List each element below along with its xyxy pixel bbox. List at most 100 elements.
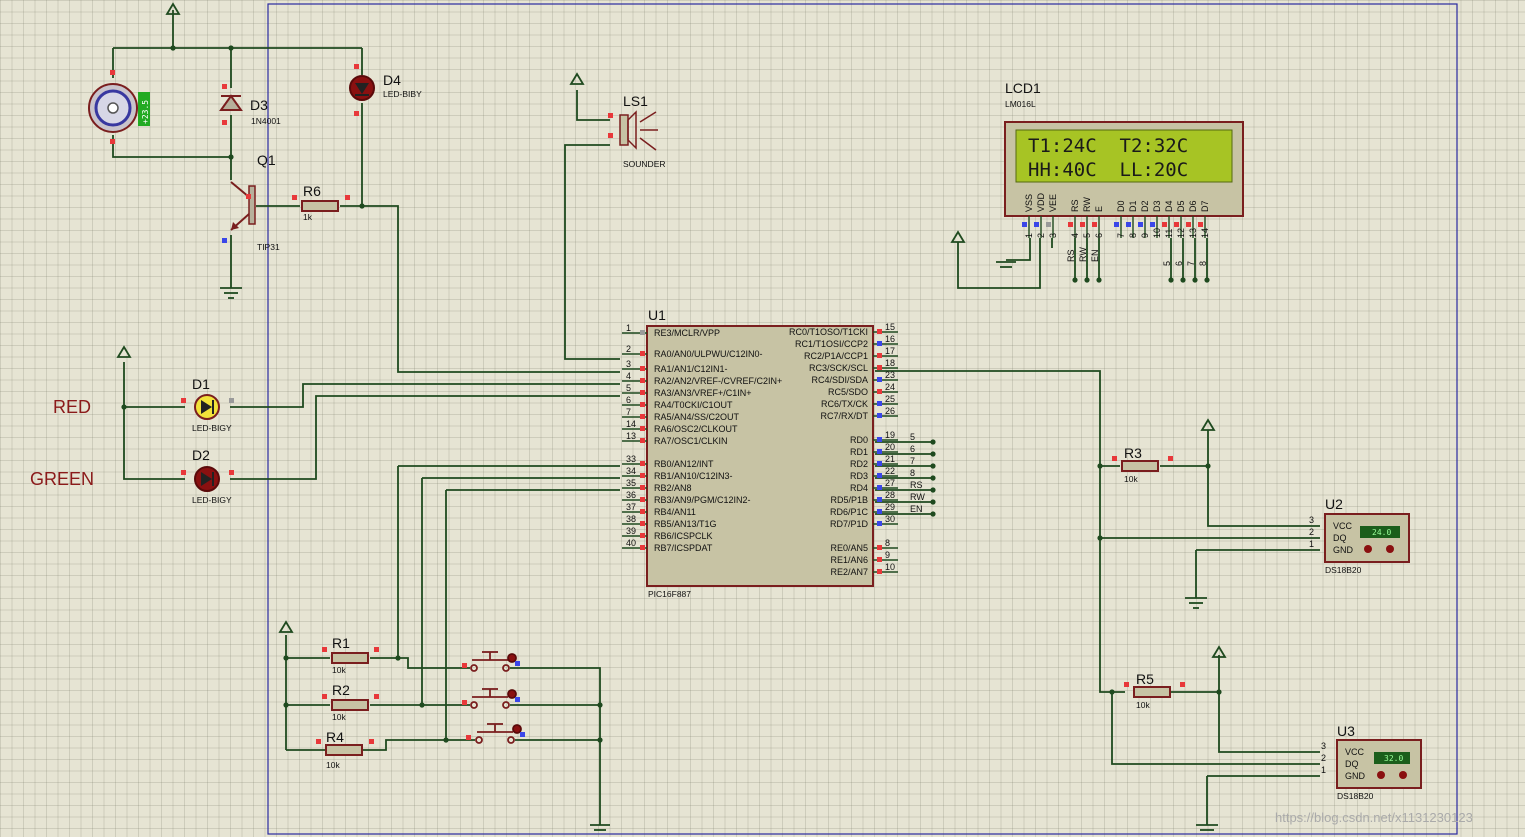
r5-value: 10k bbox=[1136, 700, 1150, 710]
mcu-right-pin-num-16: 16 bbox=[885, 334, 895, 344]
mcu-right-pin-label-5: RC5/SDO bbox=[828, 387, 868, 397]
mcu-right-pin-label-9: RD1 bbox=[850, 447, 868, 457]
lcd-pin-num-11: 11 bbox=[1164, 229, 1174, 238]
lcd-model: LM016L bbox=[1005, 99, 1036, 109]
r6-ref: R6 bbox=[303, 183, 321, 199]
mcu-left-pin-num-39: 39 bbox=[626, 526, 636, 536]
r2-ref: R2 bbox=[332, 682, 350, 698]
lcd-net-2: EN bbox=[1090, 249, 1100, 262]
resistor-r6[interactable]: R6 1k bbox=[292, 183, 350, 222]
mcu-right-pin-num-24: 24 bbox=[885, 382, 895, 392]
mcu-left-pin-label-10: RB1/AN10/C12IN3- bbox=[654, 471, 733, 481]
mcu-right-pin-num-25: 25 bbox=[885, 394, 895, 404]
u2-ref: U2 bbox=[1325, 496, 1343, 512]
lcd-pin-d5: D5 bbox=[1176, 200, 1186, 212]
u3-value: DS18B20 bbox=[1337, 791, 1374, 801]
d2-ref: D2 bbox=[192, 447, 210, 463]
label-green: GREEN bbox=[30, 469, 94, 489]
d4-value: LED-BIBY bbox=[383, 89, 422, 99]
lcd-pin-d7: D7 bbox=[1200, 200, 1210, 212]
lcd-net-1: RW bbox=[1078, 247, 1088, 262]
rd-net-2: 7 bbox=[910, 456, 915, 466]
mcu-left-pin-num-1: 1 bbox=[626, 323, 631, 333]
motor-readout: +23.5 bbox=[141, 100, 150, 124]
u2-value: DS18B20 bbox=[1325, 565, 1362, 575]
mcu-right-pin-num-9: 9 bbox=[885, 550, 890, 560]
lcd-pin-num-3: 3 bbox=[1048, 233, 1058, 238]
lcd-pin-num-2: 2 bbox=[1036, 233, 1046, 238]
rd-net-6: EN bbox=[910, 504, 923, 514]
r5-ref: R5 bbox=[1136, 671, 1154, 687]
mcu-right-pin-num-27: 27 bbox=[885, 478, 895, 488]
lcd-pin-num-13: 13 bbox=[1188, 228, 1198, 238]
lcd-line-1: T1:24C T2:32C bbox=[1028, 135, 1188, 157]
lcd-net-0: RS bbox=[1066, 249, 1076, 262]
mcu-right-pin-label-4: RC4/SDI/SDA bbox=[811, 375, 868, 385]
resistor-r2[interactable]: R2 10k bbox=[322, 682, 379, 722]
lcd-pin-d0: D0 bbox=[1116, 200, 1126, 212]
mcu-right-pin-num-22: 22 bbox=[885, 466, 895, 476]
mcu-right-pin-label-6: RC6/TX/CK bbox=[821, 399, 868, 409]
mcu-right-pin-label-18: RE2/AN7 bbox=[830, 567, 868, 577]
lcd-pin-num-7: 7 bbox=[1116, 233, 1126, 238]
mcu-left-pin-label-3: RA2/AN2/VREF-/CVREF/C2IN+ bbox=[654, 376, 782, 386]
watermark: https://blog.csdn.net/x1131230123 bbox=[1275, 810, 1473, 825]
mcu-right-pin-label-7: RC7/RX/DT bbox=[820, 411, 868, 421]
mcu-ref: U1 bbox=[648, 307, 666, 323]
led-d2[interactable]: D2 LED-BIGY bbox=[181, 447, 234, 505]
mcu-right-pin-num-19: 19 bbox=[885, 430, 895, 440]
lcd-module[interactable]: T1:24C T2:32C HH:40C LL:20C LCD1 LM016L … bbox=[1004, 80, 1244, 238]
resistor-r1[interactable]: R1 10k bbox=[322, 635, 379, 675]
lcd-net-6: 8 bbox=[1198, 261, 1208, 266]
resistor-r5[interactable]: R5 10k bbox=[1124, 671, 1185, 710]
sensor-u2[interactable]: 24.0 VCC DQ GND 3 2 1 U2 DS18B20 bbox=[1309, 496, 1410, 575]
sounder-ls1[interactable]: LS1 SOUNDER bbox=[608, 93, 666, 169]
ls1-value: SOUNDER bbox=[623, 159, 666, 169]
mcu-left-pin-num-35: 35 bbox=[626, 478, 636, 488]
mcu-left-pin-label-13: RB4/AN11 bbox=[654, 507, 696, 517]
microcontroller-u1[interactable]: U1 PIC16F887 1 RE3/MCLR/VPP 2 RA0/AN0/ULPWU… bbox=[622, 307, 898, 599]
mcu-left-pin-label-12: RB3/AN9/PGM/C12IN2- bbox=[654, 495, 751, 505]
d4-ref: D4 bbox=[383, 72, 401, 88]
led-d4[interactable]: D4 LED-BIBY bbox=[349, 64, 422, 116]
dc-motor[interactable]: +23.5 bbox=[88, 70, 150, 144]
mcu-left-pin-num-5: 5 bbox=[626, 383, 631, 393]
mcu-left-pin-label-15: RB6/ICSPCLK bbox=[654, 531, 713, 541]
u3-temp: 32.0 bbox=[1384, 754, 1403, 763]
r1-ref: R1 bbox=[332, 635, 350, 651]
u2-pin-n3: 3 bbox=[1309, 515, 1314, 525]
mcu-right-pin-label-14: RD6/P1C bbox=[830, 507, 869, 517]
lcd-pin-d6: D6 bbox=[1188, 200, 1198, 212]
mcu-left-pin-num-38: 38 bbox=[626, 514, 636, 524]
schematic-canvas[interactable]: +23.5 D3 1N4001 D4 LED-BIBY Q1 TIP31 R6 … bbox=[0, 0, 1525, 837]
mcu-right-pin-num-17: 17 bbox=[885, 346, 895, 356]
mcu-right-pin-label-17: RE1/AN6 bbox=[830, 555, 868, 565]
u3-pin-vcc: VCC bbox=[1345, 747, 1365, 757]
u3-pin-gnd: GND bbox=[1345, 771, 1366, 781]
u3-pin-n2: 2 bbox=[1321, 753, 1326, 763]
diode-d3[interactable]: D3 1N4001 bbox=[219, 84, 281, 126]
u3-pin-n3: 3 bbox=[1321, 741, 1326, 751]
u2-pin-n2: 2 bbox=[1309, 527, 1314, 537]
d1-ref: D1 bbox=[192, 376, 210, 392]
mcu-right-pin-num-30: 30 bbox=[885, 514, 895, 524]
mcu-right-pin-label-12: RD4 bbox=[850, 483, 868, 493]
mcu-right-pin-label-2: RC2/P1A/CCP1 bbox=[804, 351, 868, 361]
u2-pin-n1: 1 bbox=[1309, 539, 1314, 549]
lcd-pin-vss: VSS bbox=[1024, 194, 1034, 212]
lcd-pin-e: E bbox=[1094, 206, 1104, 212]
lcd-pin-num-6: 6 bbox=[1094, 233, 1104, 238]
lcd-net-4: 6 bbox=[1174, 261, 1184, 266]
lcd-pin-num-1: 1 bbox=[1024, 233, 1034, 238]
mcu-right-pin-num-21: 21 bbox=[885, 454, 895, 464]
lcd-pin-num-9: 9 bbox=[1140, 233, 1150, 238]
mcu-left-pin-label-5: RA4/T0CKI/C1OUT bbox=[654, 400, 733, 410]
sensor-u3[interactable]: 32.0 VCC DQ GND 3 2 1 U3 DS18B20 bbox=[1321, 723, 1422, 801]
mcu-left-pin-label-2: RA1/AN1/C12IN1- bbox=[654, 364, 728, 374]
led-d1[interactable]: D1 LED-BIGY bbox=[181, 376, 234, 433]
mcu-right-pin-num-20: 20 bbox=[885, 442, 895, 452]
lcd-pin-vdd: VDD bbox=[1036, 192, 1046, 212]
resistor-r3[interactable]: R3 10k bbox=[1112, 445, 1173, 484]
lcd-pin-num-4: 4 bbox=[1070, 233, 1080, 238]
lcd-pin-d3: D3 bbox=[1152, 200, 1162, 212]
